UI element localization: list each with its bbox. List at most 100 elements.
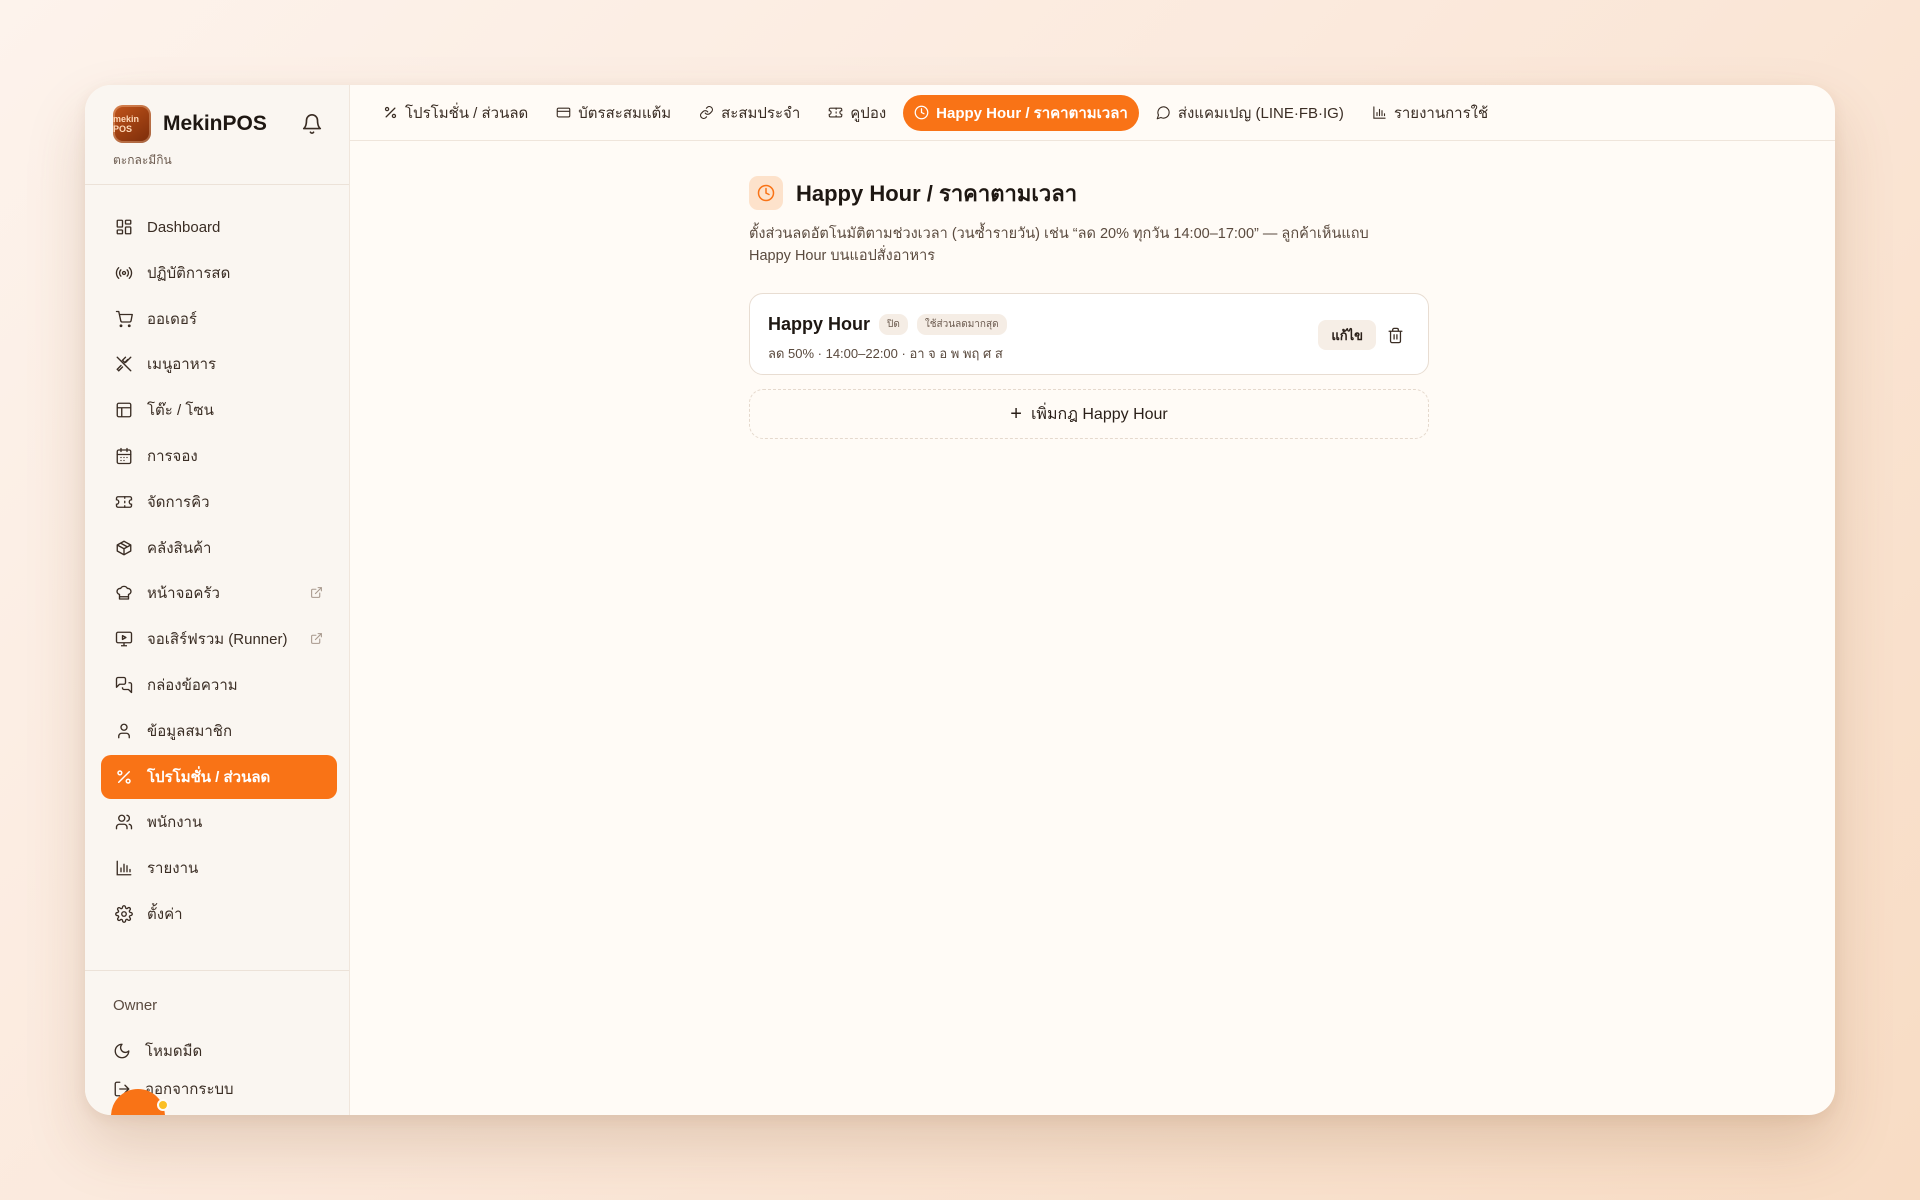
tab-happy-hour[interactable]: Happy Hour / ราคาตามเวลา <box>903 94 1139 131</box>
tab-usage-report[interactable]: รายงานการใช้ <box>1361 95 1499 131</box>
bell-icon[interactable] <box>301 113 323 135</box>
percent-icon <box>384 106 397 119</box>
percent-icon <box>117 769 131 784</box>
happy-hour-rule-card: Happy Hour ปิด ใช้ส่วนลดมากสุด ลด 50% · … <box>749 293 1429 375</box>
tab-label: ส่งแคมเปญ (LINE·FB·IG) <box>1177 104 1344 122</box>
tab-label: คูปอง <box>850 104 887 122</box>
sidebar-item-label: ปฏิบัติการสด <box>147 264 231 282</box>
sidebar-nav: Dashboard ปฏิบัติการสด ออเดอร์ เมนูอาหาร… <box>85 185 349 936</box>
app-name: MekinPOS <box>163 112 267 135</box>
sidebar-item-staff[interactable]: พนักงาน <box>101 800 337 844</box>
brand-header: mekin POS MekinPOS ตะกละมีกิน <box>85 85 349 185</box>
tab-regular-rewards[interactable]: สะสมประจำ <box>688 95 811 131</box>
sidebar-footer: Owner โหมดมืด ออกจากระบบ <box>85 970 349 1115</box>
bar-chart-icon <box>1373 106 1386 119</box>
notification-dot <box>157 1099 169 1111</box>
tab-label: โปรโมชั่น / ส่วนลด <box>405 104 529 122</box>
dark-mode-toggle[interactable]: โหมดมืด <box>101 1032 333 1070</box>
external-link-icon <box>311 587 322 599</box>
sidebar-item-kitchen-display[interactable]: หน้าจอครัว <box>101 571 337 615</box>
mode-badge: ใช้ส่วนลดมากสุด <box>916 314 1007 335</box>
sidebar-item-label: ออเดอร์ <box>147 310 197 328</box>
broadcast-icon <box>115 266 133 279</box>
sidebar-item-promotions[interactable]: โปรโมชั่น / ส่วนลด <box>101 754 337 799</box>
cart-icon <box>115 310 133 327</box>
sidebar-item-label: โปรโมชั่น / ส่วนลด <box>147 768 271 786</box>
users-icon <box>115 814 133 830</box>
gear-icon <box>115 905 133 923</box>
main-content: โปรโมชั่น / ส่วนลด บัตรสะสมแต้ม สะสมประจ… <box>350 85 1835 1115</box>
link-icon <box>700 106 714 119</box>
clock-icon <box>757 184 775 202</box>
ticket-icon <box>115 495 133 508</box>
page-header: Happy Hour / ราคาตามเวลา <box>749 175 1429 211</box>
moon-icon <box>114 1043 130 1059</box>
tab-loyalty-card[interactable]: บัตรสะสมแต้ม <box>545 95 682 131</box>
tab-coupons[interactable]: คูปอง <box>817 95 897 131</box>
chat-icon <box>1156 106 1170 120</box>
app-window: mekin POS MekinPOS ตะกละมีกิน Dashboard … <box>85 85 1835 1115</box>
card-icon <box>556 107 571 118</box>
sidebar-item-menu[interactable]: เมนูอาหาร <box>101 342 337 386</box>
page-title: Happy Hour / ราคาตามเวลา <box>796 180 1078 206</box>
chef-hat-icon <box>116 586 132 601</box>
tab-promotions[interactable]: โปรโมชั่น / ส่วนลด <box>372 95 539 131</box>
sidebar-item-runner-display[interactable]: จอเสิร์ฟรวม (Runner) <box>101 617 337 661</box>
sidebar-item-label: โต๊ะ / โซน <box>147 402 214 420</box>
restaurant-name: ตะกละมีกิน <box>113 153 172 167</box>
sidebar-item-reports[interactable]: รายงาน <box>101 846 337 890</box>
tab-label: สะสมประจำ <box>721 104 801 122</box>
add-rule-label: เพิ่มกฎ Happy Hour <box>1030 405 1168 423</box>
package-icon <box>116 540 132 556</box>
tab-campaigns[interactable]: ส่งแคมเปญ (LINE·FB·IG) <box>1145 95 1355 131</box>
table-icon <box>116 402 132 418</box>
rule-details: ลด 50% · 14:00–22:00 · อา จ อ พ พฤ ศ ส <box>768 346 1003 361</box>
sidebar-item-tables[interactable]: โต๊ะ / โซน <box>101 388 337 432</box>
sidebar-item-label: พนักงาน <box>147 814 203 832</box>
calendar-icon <box>116 447 132 465</box>
tab-label: บัตรสะสมแต้ม <box>578 104 672 122</box>
sidebar-item-reservations[interactable]: การจอง <box>101 434 337 478</box>
sidebar-item-dashboard[interactable]: Dashboard <box>101 205 337 249</box>
tab-label: รายงานการใช้ <box>1393 104 1489 122</box>
sidebar-item-inbox[interactable]: กล่องข้อความ <box>101 663 337 707</box>
sidebar-item-orders[interactable]: ออเดอร์ <box>101 297 337 341</box>
page-description: ตั้งส่วนลดอัตโนมัติตามช่วงเวลา (วนซ้ำราย… <box>749 226 1369 264</box>
plus-icon: + <box>1010 403 1022 425</box>
utensils-icon <box>116 356 132 373</box>
add-happy-hour-rule-button[interactable]: + เพิ่มกฎ Happy Hour <box>749 389 1429 439</box>
app-logo: mekin POS <box>113 105 151 143</box>
external-link-icon <box>311 633 322 645</box>
ticket-icon <box>828 107 843 118</box>
messages-icon <box>115 676 133 694</box>
status-badge: ปิด <box>879 314 908 335</box>
sidebar-item-label: การจอง <box>147 447 198 465</box>
sidebar-item-label: ตั้งค่า <box>147 905 183 923</box>
sidebar-item-settings[interactable]: ตั้งค่า <box>101 892 337 936</box>
rule-name: Happy Hour <box>768 314 871 334</box>
trash-icon[interactable] <box>1387 327 1404 344</box>
user-icon <box>118 723 130 739</box>
clock-icon <box>914 105 929 120</box>
sidebar-item-queue[interactable]: จัดการคิว <box>101 480 337 524</box>
sidebar-item-inventory[interactable]: คลังสินค้า <box>101 526 337 570</box>
dark-mode-label: โหมดมืด <box>145 1043 203 1060</box>
sidebar-item-label: เมนูอาหาร <box>147 356 217 374</box>
monitor-play-icon <box>115 631 133 647</box>
promotion-tabs: โปรโมชั่น / ส่วนลด บัตรสะสมแต้ม สะสมประจ… <box>350 85 1835 141</box>
sidebar-item-label: จัดการคิว <box>147 493 210 511</box>
sidebar-item-label: คลังสินค้า <box>147 539 212 557</box>
dashboard-icon <box>116 219 132 235</box>
bar-chart-icon <box>116 860 132 876</box>
tab-label: Happy Hour / ราคาตามเวลา <box>936 104 1128 122</box>
sidebar-item-label: Dashboard <box>147 218 221 236</box>
user-role: Owner <box>113 997 158 1014</box>
logo-text: mekin POS <box>113 114 140 134</box>
sidebar: mekin POS MekinPOS ตะกละมีกิน Dashboard … <box>85 85 350 1115</box>
sidebar-item-live-operations[interactable]: ปฏิบัติการสด <box>101 251 337 295</box>
edit-rule-button[interactable]: แก้ไข <box>1318 320 1376 350</box>
sidebar-item-members[interactable]: ข้อมูลสมาชิก <box>101 709 337 753</box>
sidebar-item-label: จอเสิร์ฟรวม (Runner) <box>147 631 288 649</box>
sidebar-item-label: รายงาน <box>147 860 199 878</box>
sidebar-item-label: ข้อมูลสมาชิก <box>147 722 233 740</box>
